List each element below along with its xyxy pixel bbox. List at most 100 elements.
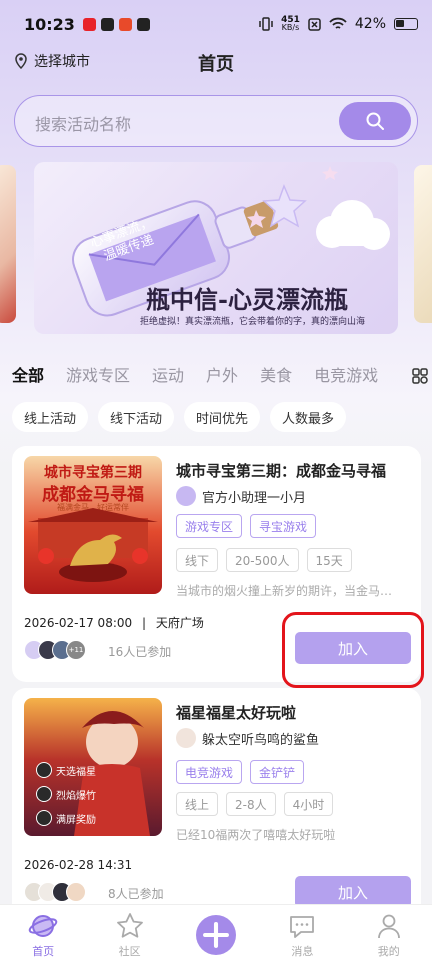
organizer-name: 官方小助理一小月	[202, 490, 307, 506]
filter-online[interactable]: 线上活动	[12, 402, 89, 432]
activity-organizer: 躲太空听鸟鸣的鲨鱼	[176, 728, 319, 748]
activity-description: 当城市的烟火撞上新岁的期许，当金马…	[176, 584, 393, 598]
net-speed: 451 KB/s	[281, 15, 300, 32]
meta-separator: |	[141, 616, 147, 630]
create-button[interactable]	[195, 915, 236, 955]
category-tab-outdoor[interactable]: 户外	[206, 362, 238, 390]
tab-messages[interactable]: 消息	[267, 905, 337, 964]
tab-label: 社区	[118, 945, 141, 958]
thumb-feature: 烈焰爆竹	[36, 786, 96, 802]
banner-next-slide[interactable]	[414, 165, 432, 323]
thumb-feature: 天选福星	[36, 762, 96, 778]
info-tag: 20-500人	[226, 548, 299, 572]
vibrate-icon	[259, 17, 273, 31]
join-button[interactable]: 加入	[295, 632, 411, 664]
activity-thumbnail: 城市寻宝第三期 成都金马寻福 福满金马，好运常伴	[24, 456, 162, 594]
city-selector[interactable]: 选择城市	[14, 51, 90, 71]
activity-location: 天府广场	[155, 616, 204, 630]
filter-time-first[interactable]: 时间优先	[184, 402, 261, 432]
search-icon	[366, 112, 384, 130]
notification-app-icon	[100, 17, 114, 31]
no-sim-icon	[308, 17, 321, 31]
category-tab-sports[interactable]: 运动	[152, 362, 184, 390]
bottom-tab-bar: 首页 社区 消息 我的	[0, 904, 432, 964]
tab-community[interactable]: 社区	[95, 905, 165, 964]
feature-label: 天选福星	[56, 766, 96, 778]
tag: 金铲铲	[250, 760, 305, 784]
profile-icon	[377, 914, 400, 939]
plus-icon	[203, 922, 229, 948]
avatar	[66, 882, 86, 902]
city-selector-label: 选择城市	[34, 54, 90, 70]
message-icon	[290, 916, 315, 938]
activity-title: 城市寻宝第三期：成都金马寻福	[176, 462, 387, 480]
category-tab-games[interactable]: 游戏专区	[66, 362, 130, 390]
category-tabs: 全部 游戏专区 运动 户外 美食 电竞游戏	[12, 362, 432, 390]
golden-horse-illustration	[28, 508, 158, 582]
activity-card[interactable]: 天选福星 烈焰爆竹 满屏奖励 福星福星太好玩啦 躲太空听鸟鸣的鲨鱼 电竞游戏 金…	[12, 688, 421, 918]
activity-datetime: 2026-02-17 08:00	[24, 616, 133, 630]
category-tab-all[interactable]: 全部	[12, 362, 44, 390]
filter-chips: 线上活动 线下活动 时间优先 人数最多	[12, 402, 347, 432]
avatar-more: +11	[66, 640, 86, 660]
activity-title: 福星福星太好玩啦	[176, 704, 297, 722]
participant-avatars: +11	[24, 640, 86, 660]
search-bar[interactable]: 搜索活动名称	[14, 95, 418, 147]
activity-organizer: 官方小助理一小月	[176, 486, 306, 506]
info-tags: 线下 20-500人 15天	[176, 548, 352, 572]
location-pin-icon	[15, 53, 27, 69]
tab-label: 我的	[377, 945, 400, 958]
battery-percent: 42%	[354, 16, 386, 32]
participant-avatars	[24, 882, 86, 902]
star-icon	[116, 913, 143, 938]
search-button[interactable]	[339, 102, 411, 140]
status-bar: 10:23 451 KB/s 42%	[0, 0, 432, 48]
feature-badge-icon	[36, 810, 52, 826]
category-tab-food[interactable]: 美食	[260, 362, 292, 390]
battery-icon	[394, 18, 418, 30]
feature-badge-icon	[36, 762, 52, 778]
filter-offline[interactable]: 线下活动	[98, 402, 175, 432]
tab-create[interactable]	[181, 905, 251, 964]
category-tags: 电竞游戏 金铲铲	[176, 760, 305, 784]
info-tag: 线下	[176, 548, 219, 572]
participant-count: 16人已参加	[108, 645, 172, 659]
home-planet-icon	[28, 915, 58, 937]
category-grid-icon[interactable]	[412, 368, 428, 384]
notification-app-icon	[136, 17, 150, 31]
banner-slide[interactable]: 心事漂流， 温暖传递 瓶中信-心灵漂流瓶 拒绝虚拟！真实漂流瓶，它会带着你的字，…	[34, 162, 398, 334]
wifi-icon	[329, 17, 347, 29]
top-header: 选择城市 首页	[0, 48, 432, 76]
filter-most-people[interactable]: 人数最多	[270, 402, 347, 432]
banner-subtitle: 拒绝虚拟！真实漂流瓶，它会带着你的字，真的漂向山海	[140, 317, 366, 327]
tab-home[interactable]: 首页	[8, 905, 78, 964]
organizer-name: 躲太空听鸟鸣的鲨鱼	[202, 732, 320, 748]
feature-label: 满屏奖励	[56, 814, 96, 826]
tab-label: 首页	[32, 945, 55, 958]
feature-label: 烈焰爆竹	[56, 790, 96, 802]
activity-card[interactable]: 城市寻宝第三期 成都金马寻福 福满金马，好运常伴 城市寻宝第三期：成都金马寻福 …	[12, 446, 421, 682]
banner-prev-slide[interactable]	[0, 165, 16, 323]
status-time: 10:23	[24, 14, 75, 34]
notification-app-icon	[118, 17, 132, 31]
info-tag: 线上	[176, 792, 219, 816]
tag: 电竞游戏	[176, 760, 243, 784]
category-tags: 游戏专区 寻宝游戏	[176, 514, 317, 538]
info-tag: 4小时	[283, 792, 334, 816]
notification-icons	[82, 17, 150, 31]
tab-label: 消息	[291, 945, 314, 958]
activity-thumbnail: 天选福星 烈焰爆竹 满屏奖励	[24, 698, 162, 836]
category-tab-esports[interactable]: 电竞游戏	[314, 362, 378, 390]
organizer-avatar	[176, 486, 196, 506]
participant-count: 8人已参加	[108, 887, 164, 901]
thumb-feature-list: 天选福星 烈焰爆竹 满屏奖励	[36, 762, 96, 826]
tab-profile[interactable]: 我的	[354, 905, 424, 964]
activity-description: 已经10福两次了嘻嘻太好玩啦	[176, 828, 336, 842]
info-tags: 线上 2-8人 4小时	[176, 792, 334, 816]
feature-badge-icon	[36, 786, 52, 802]
activity-datetime: 2026-02-28 14:31	[24, 858, 133, 872]
thumb-feature: 满屏奖励	[36, 810, 96, 826]
tag: 寻宝游戏	[250, 514, 317, 538]
banner-title: 瓶中信-心灵漂流瓶	[146, 285, 348, 314]
search-input[interactable]: 搜索活动名称	[35, 111, 131, 135]
